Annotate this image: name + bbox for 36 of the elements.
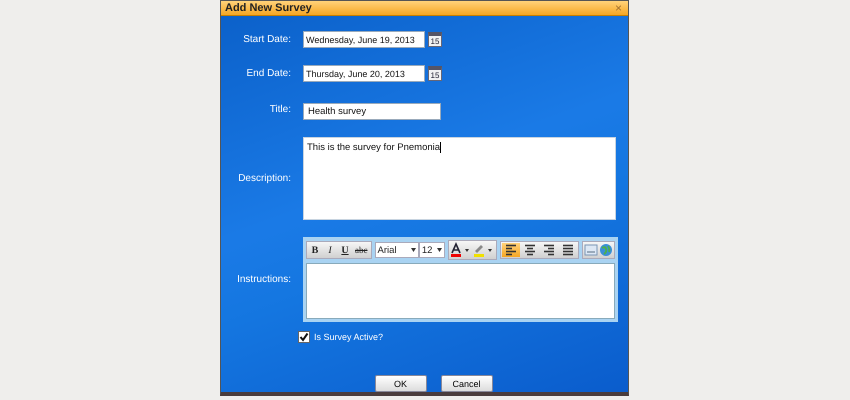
- image-icon[interactable]: [584, 243, 598, 257]
- highlight-color-icon[interactable]: [473, 242, 495, 258]
- description-field[interactable]: This is the survey for Pnemonia: [303, 137, 616, 220]
- align-button[interactable]: [502, 243, 520, 257]
- window-title: Add New Survey: [225, 2, 312, 14]
- field-label: Title:: [268, 104, 291, 115]
- dropdown-arrow-icon: [437, 248, 442, 252]
- size-dropdown[interactable]: 12: [418, 242, 445, 258]
- format-button[interactable]: B: [308, 243, 322, 257]
- format-button[interactable]: abc: [353, 243, 370, 257]
- font-dropdown[interactable]: Arial: [374, 242, 419, 258]
- font-color-icon[interactable]: [450, 242, 472, 258]
- align-left-icon: [504, 244, 518, 256]
- title-field[interactable]: Health survey: [303, 103, 441, 120]
- checkbox-label: Is Survey Active?: [314, 332, 384, 342]
- instructions-field[interactable]: [306, 263, 615, 319]
- format-button[interactable]: I: [323, 243, 337, 257]
- description-text: This is the survey for Pnemonia: [307, 142, 440, 153]
- checkbox[interactable]: [298, 331, 310, 343]
- field-label: Start Date:: [242, 34, 291, 45]
- align-center-icon: [523, 244, 537, 256]
- field-label: Instructions:: [236, 274, 291, 285]
- format-button[interactable]: U: [338, 243, 352, 257]
- align-justify-icon: [561, 244, 575, 256]
- dialog-button[interactable]: Cancel: [440, 375, 492, 392]
- field-label: End Date:: [246, 68, 291, 79]
- calendar-button[interactable]: 15: [428, 32, 442, 47]
- date-field[interactable]: Wednesday, June 19, 2013: [303, 31, 425, 48]
- align-right-icon: [542, 244, 556, 256]
- dialog-button[interactable]: OK: [374, 375, 426, 392]
- dropdown-arrow-icon: [410, 248, 416, 252]
- checkmark-icon: [299, 332, 309, 342]
- calendar-button[interactable]: 15: [428, 66, 442, 81]
- field-label: Description:: [237, 173, 291, 184]
- date-field[interactable]: Thursday, June 20, 2013: [303, 65, 425, 82]
- globe-icon[interactable]: [599, 243, 613, 257]
